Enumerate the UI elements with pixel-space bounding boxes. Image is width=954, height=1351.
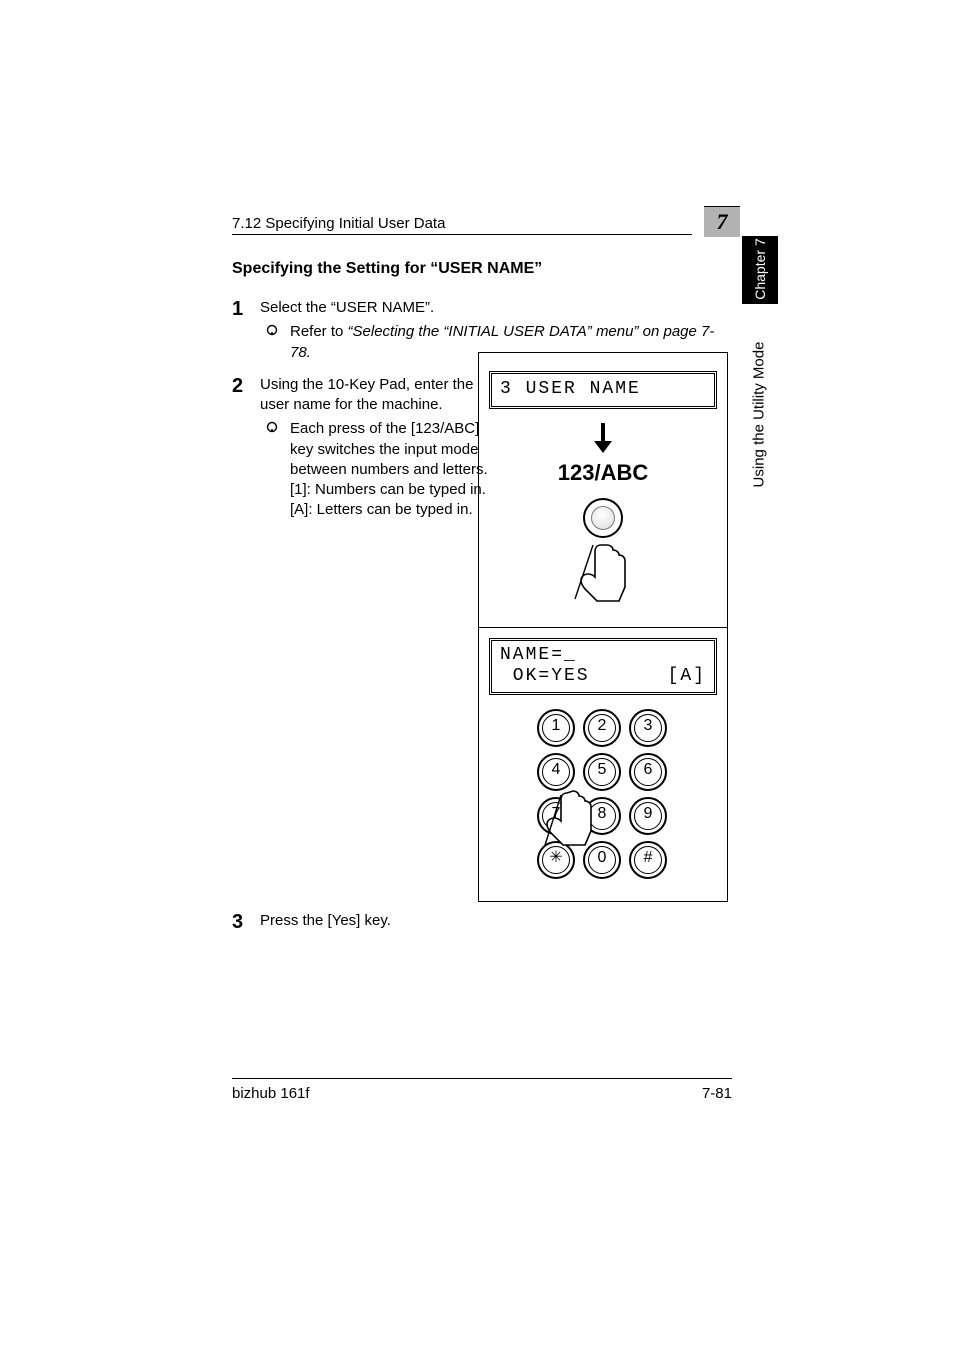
step-text: Using the 10-Key Pad, enter the user nam…	[260, 375, 490, 416]
key-label-123abc: 123/ABC	[489, 460, 717, 486]
keypad-key-2: 2	[583, 709, 621, 747]
step-body: Press the [Yes] key.	[260, 911, 732, 934]
keypad-key-1: 1	[537, 709, 575, 747]
refer-label: Refer to	[290, 323, 348, 340]
finger-press-icon	[539, 787, 609, 857]
keypad: 1 2 3 4 5 6 7 8 9 ✳ 0 #	[489, 709, 717, 879]
figure-panel: 3 USER NAME 123/ABC NAME=_ OK=YES [A] 1 …	[478, 352, 728, 902]
step-number: 1	[232, 298, 260, 363]
side-label-text: Using the Utility Mode	[751, 330, 768, 500]
step-number: 3	[232, 911, 260, 934]
section-heading: Specifying the Setting for “USER NAME”	[232, 260, 732, 278]
bullet-icon	[266, 322, 290, 363]
footer-left: bizhub 161f	[232, 1085, 310, 1102]
page: 7.12 Specifying Initial User Data 7 Chap…	[0, 0, 954, 1351]
step-text: Select the “USER NAME”.	[260, 298, 732, 318]
lcd-display-1: 3 USER NAME	[489, 371, 717, 409]
step-sub: Each press of the [123/ABC] key switches…	[260, 419, 490, 520]
lcd-line-2-left: OK=YES	[500, 666, 590, 688]
keypad-key-4: 4	[537, 753, 575, 791]
keypad-key-5: 5	[583, 753, 621, 791]
figure-box-lower: NAME=_ OK=YES [A] 1 2 3 4 5 6 7 8 9 ✳ 0 …	[478, 627, 728, 902]
lcd-line-1: NAME=_	[500, 645, 706, 667]
side-label: Using the Utility Mode	[742, 330, 778, 500]
chapter-tab-label: Chapter 7	[752, 235, 768, 303]
keypad-key-9: 9	[629, 797, 667, 835]
sub-line: [A]: Letters can be typed in.	[290, 500, 490, 520]
sub-text: Each press of the [123/ABC] key switches…	[290, 419, 490, 520]
chapter-tab: Chapter 7	[742, 236, 778, 304]
sub-line: Each press of the [123/ABC] key switches…	[290, 419, 490, 480]
step-body: Using the 10-Key Pad, enter the user nam…	[260, 375, 490, 521]
lcd-display-2: NAME=_ OK=YES [A]	[489, 638, 717, 695]
figure-box-upper: 3 USER NAME 123/ABC	[478, 352, 728, 628]
page-footer: bizhub 161f 7-81	[232, 1078, 732, 1102]
sub-line: [1]: Numbers can be typed in.	[290, 480, 490, 500]
down-arrow-icon	[590, 421, 616, 455]
keypad-key-hash: #	[629, 841, 667, 879]
round-button-icon	[583, 498, 623, 538]
lcd-line-2-right: [A]	[668, 666, 706, 688]
step-text: Press the [Yes] key.	[260, 911, 732, 931]
step-number: 2	[232, 375, 260, 521]
bullet-icon	[266, 419, 290, 520]
footer-right: 7-81	[702, 1085, 732, 1102]
keypad-key-6: 6	[629, 753, 667, 791]
step-3: 3 Press the [Yes] key.	[232, 911, 732, 934]
keypad-key-3: 3	[629, 709, 667, 747]
finger-press-icon	[563, 539, 643, 605]
